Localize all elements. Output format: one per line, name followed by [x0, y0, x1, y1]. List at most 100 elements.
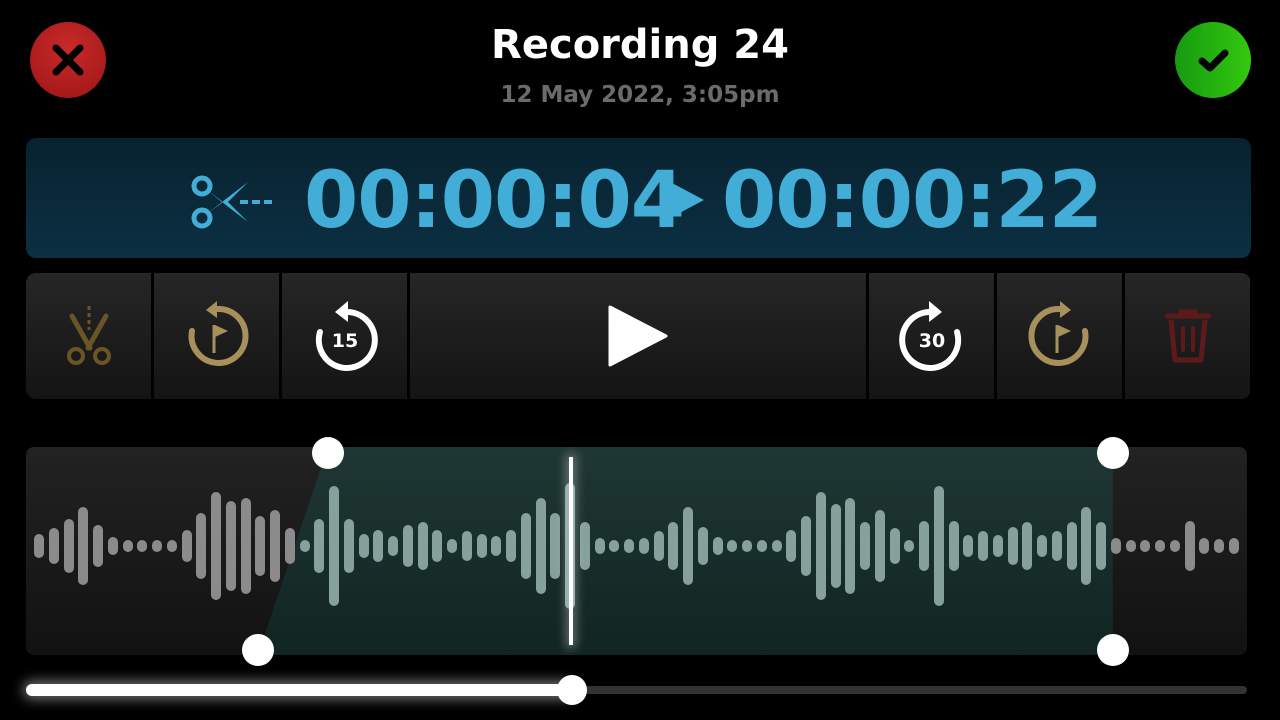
waveform-bar [1125, 540, 1136, 552]
waveform-bar [402, 525, 413, 567]
waveform-bar [830, 504, 841, 588]
waveform-bar [1140, 540, 1151, 552]
waveform-bar [358, 534, 369, 558]
waveform-bar [874, 510, 885, 582]
trim-start-handle-bottom[interactable] [241, 634, 274, 666]
waveform-bar [771, 540, 782, 552]
waveform-bar [801, 516, 812, 576]
waveform-bar [1110, 537, 1121, 555]
forward-30-button[interactable]: 30 [869, 273, 994, 399]
waveform-bar [1184, 520, 1195, 572]
waveform-bar [727, 540, 738, 552]
waveform-bar [653, 531, 664, 561]
scissors-icon [66, 306, 111, 365]
waveform-bar [933, 486, 944, 606]
waveform-bar [299, 540, 310, 552]
scissors-icon [191, 175, 272, 229]
trim-start-handle-top[interactable] [311, 437, 344, 469]
slider-knob[interactable] [556, 675, 587, 705]
waveform-bar [1096, 522, 1107, 570]
waveform-bar [638, 537, 649, 555]
jump-to-start-marker-button[interactable] [154, 273, 279, 399]
waveform-bar [624, 538, 635, 554]
waveform-bar [535, 498, 546, 594]
waveform-bar [520, 513, 531, 579]
delete-button[interactable] [1125, 273, 1250, 399]
waveform-bar [166, 540, 177, 552]
waveform-bar [786, 529, 797, 563]
waveform-bar [78, 507, 89, 585]
waveform-bar [1199, 537, 1210, 555]
waveform-bar [1007, 526, 1018, 566]
rewind-to-flag-icon [188, 301, 249, 366]
waveform-bar [270, 510, 281, 582]
waveform-bar [284, 528, 295, 564]
waveform-bar [978, 531, 989, 561]
waveform-bar [314, 519, 325, 573]
waveform-bar [1169, 540, 1180, 552]
waveform-bar [904, 540, 915, 552]
waveform-bar [697, 526, 708, 566]
waveform-bar [815, 492, 826, 600]
waveform-bar [742, 540, 753, 552]
waveform-bar [1229, 537, 1239, 555]
waveform-bar [860, 522, 871, 570]
waveform-bar [1037, 535, 1048, 557]
waveform-bar [255, 516, 266, 576]
trim-button[interactable] [26, 273, 151, 399]
waveform-bar [889, 528, 900, 564]
trim-range-display: 00:00:04 00:00:22 [26, 138, 1251, 258]
waveform-bar [476, 534, 487, 558]
waveform-bar [329, 486, 340, 606]
waveform-bar [432, 529, 443, 563]
forward-icon: 30 [898, 301, 961, 371]
trash-icon [1164, 309, 1211, 363]
waveform-bar [1155, 540, 1166, 552]
waveform-bar [683, 507, 694, 585]
waveform-bar [550, 513, 561, 579]
trim-end-handle-top[interactable] [1096, 437, 1129, 469]
waveform-bar [579, 522, 590, 570]
playback-progress-slider[interactable] [26, 675, 1247, 705]
waveform-bar [107, 537, 118, 555]
waveform-bar [594, 537, 605, 555]
waveform-bar [343, 519, 354, 573]
waveform-bar [388, 535, 399, 557]
waveform-bar [152, 540, 163, 552]
waveform-bar [992, 535, 1003, 557]
rewind-seconds-label: 15 [331, 330, 357, 352]
waveform-bar [48, 528, 59, 564]
waveform-bar [225, 501, 236, 591]
forward-to-flag-icon [1027, 301, 1088, 366]
waveform-bar [919, 520, 930, 572]
forward-seconds-label: 30 [918, 330, 944, 352]
recording-date: 12 May 2022, 3:05pm [500, 82, 780, 108]
confirm-button[interactable] [1175, 22, 1251, 98]
waveform-bar [1081, 507, 1092, 585]
play-button[interactable] [410, 273, 866, 399]
waveform-bar [845, 498, 856, 594]
waveform-bar [373, 529, 384, 563]
waveform-bar [1022, 522, 1033, 570]
waveform-bar [1051, 531, 1062, 561]
play-icon [608, 305, 668, 367]
waveform-bar [506, 529, 517, 563]
waveform-bar [137, 540, 148, 552]
waveform-bar [1214, 538, 1225, 554]
waveform-bar [196, 513, 207, 579]
jump-to-end-marker-button[interactable] [997, 273, 1122, 399]
waveform-bar [122, 540, 133, 552]
rewind-15-button[interactable]: 15 [282, 273, 407, 399]
trim-end-time[interactable]: 00:00:22 [722, 156, 1103, 246]
playhead[interactable] [568, 457, 573, 645]
waveform-bar [948, 520, 959, 572]
waveform-editor[interactable] [26, 447, 1247, 655]
waveform-bar [609, 540, 620, 552]
waveform-bar [963, 535, 974, 557]
waveform-bar [491, 535, 502, 557]
trim-start-time[interactable]: 00:00:04 [304, 156, 685, 246]
trim-end-handle-bottom[interactable] [1096, 634, 1129, 666]
waveform-bar [756, 540, 767, 552]
waveform-bar [63, 519, 74, 573]
waveform-bar [417, 522, 428, 570]
